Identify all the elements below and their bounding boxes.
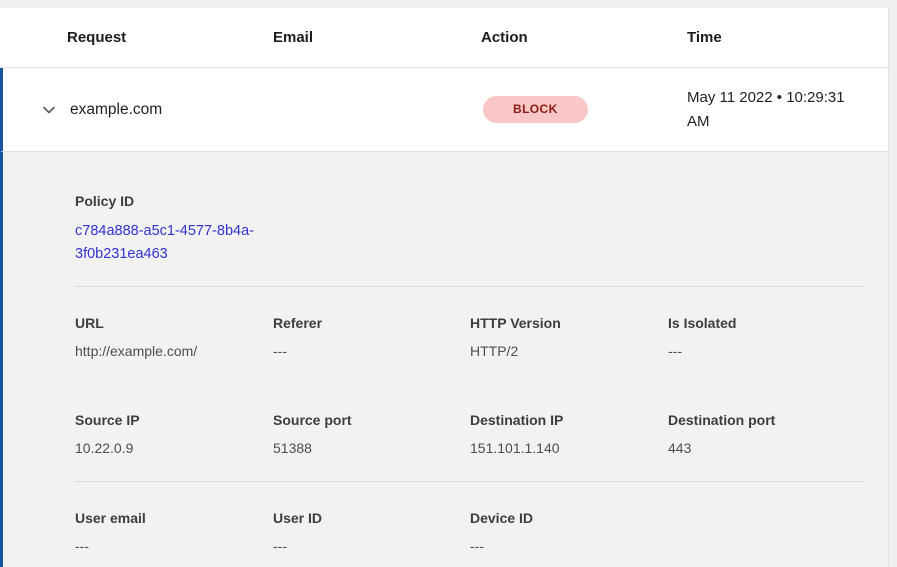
policy-id-link[interactable]: c784a888-a5c1-4577-8b4a-3f0b231ea463 [75,220,273,266]
policy-id-section: Policy ID c784a888-a5c1-4577-8b4a-3f0b23… [75,193,865,266]
field-value: 151.101.1.140 [470,440,654,457]
block-status-badge: BLOCK [483,96,588,123]
field-label: Device ID [470,510,654,527]
field-value: --- [273,538,456,555]
field-label: User ID [273,510,456,527]
section-divider [75,286,865,287]
field-label: Referer [273,315,456,332]
field-is-isolated: Is Isolated --- [668,315,865,360]
request-cell: example.com [3,101,273,119]
column-header-request: Request [0,29,273,46]
field-value: --- [668,343,851,360]
detail-row-network: Source IP 10.22.0.9 Source port 51388 De… [75,412,865,457]
detail-row-http: URL http://example.com/ Referer --- HTTP… [75,315,865,360]
policy-id-label: Policy ID [75,193,865,210]
field-value: HTTP/2 [470,343,654,360]
log-table-card: Request Email Action Time example.com BL… [0,8,889,567]
field-value: 443 [668,440,851,457]
field-destination-ip: Destination IP 151.101.1.140 [470,412,668,457]
field-destination-port: Destination port 443 [668,412,865,457]
field-empty [668,510,865,555]
field-value: http://example.com/ [75,343,259,360]
field-value: --- [470,538,654,555]
request-domain: example.com [70,101,162,119]
field-value: 51388 [273,440,456,457]
chevron-down-icon[interactable] [41,102,57,118]
log-detail-panel: Policy ID c784a888-a5c1-4577-8b4a-3f0b23… [0,151,888,567]
time-cell: May 11 2022 • 10:29:31 AM [687,86,869,134]
field-label: Source IP [75,412,259,429]
field-device-id: Device ID --- [470,510,668,555]
field-label: HTTP Version [470,315,654,332]
field-value: --- [273,343,456,360]
action-cell: BLOCK [481,96,687,123]
field-source-ip: Source IP 10.22.0.9 [75,412,273,457]
field-http-version: HTTP Version HTTP/2 [470,315,668,360]
field-user-id: User ID --- [273,510,470,555]
field-label: Destination IP [470,412,654,429]
field-label: User email [75,510,259,527]
field-value: --- [75,538,259,555]
log-row-expanded[interactable]: example.com BLOCK May 11 2022 • 10:29:31… [0,68,888,151]
field-source-port: Source port 51388 [273,412,470,457]
field-label: URL [75,315,259,332]
detail-row-user: User email --- User ID --- Device ID --- [75,510,865,555]
field-label: Source port [273,412,456,429]
table-header: Request Email Action Time [0,8,888,68]
column-header-action: Action [481,29,687,46]
field-value: 10.22.0.9 [75,440,259,457]
section-divider [75,481,865,482]
field-referer: Referer --- [273,315,470,360]
field-label: Is Isolated [668,315,851,332]
field-label: Destination port [668,412,851,429]
column-header-time: Time [687,29,888,46]
field-url: URL http://example.com/ [75,315,273,360]
gateway-log-view: Request Email Action Time example.com BL… [0,0,897,567]
field-user-email: User email --- [75,510,273,555]
column-header-email: Email [273,29,481,46]
